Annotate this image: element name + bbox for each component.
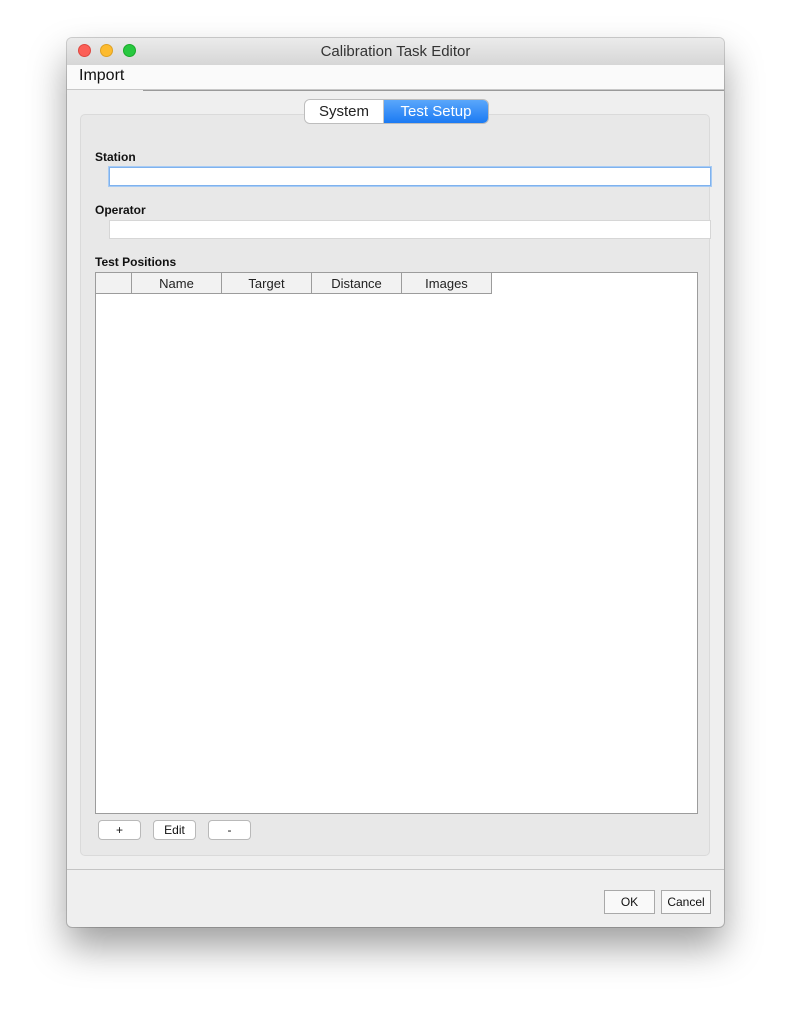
column-header-target[interactable]: Target (222, 273, 312, 294)
column-header-select[interactable] (96, 273, 132, 294)
add-position-button[interactable]: + (98, 820, 141, 840)
station-input[interactable] (109, 167, 711, 186)
table-header: Name Target Distance Images (96, 273, 492, 295)
test-positions-label: Test Positions (95, 255, 177, 269)
column-header-distance[interactable]: Distance (312, 273, 402, 294)
operator-label: Operator (95, 203, 146, 217)
tab-system[interactable]: System (305, 100, 384, 123)
edit-position-button[interactable]: Edit (153, 820, 196, 840)
operator-input[interactable] (109, 220, 711, 239)
station-label: Station (95, 150, 136, 164)
menu-divider (143, 90, 724, 91)
cancel-button[interactable]: Cancel (661, 890, 711, 914)
window-title: Calibration Task Editor (320, 43, 471, 60)
title-bar[interactable]: Calibration Task Editor (67, 38, 724, 66)
tab-bar: System Test Setup (305, 100, 488, 123)
calibration-task-editor-window: Calibration Task Editor Import Station O… (67, 38, 724, 927)
menu-bar: Import (67, 65, 724, 90)
tab-test-setup[interactable]: Test Setup (384, 100, 488, 123)
tab-panel: Station Operator Test Positions Name Tar… (80, 114, 711, 856)
ok-button[interactable]: OK (604, 890, 655, 914)
remove-position-button[interactable]: - (208, 820, 251, 840)
column-header-name[interactable]: Name (132, 273, 222, 294)
test-positions-table[interactable]: Name Target Distance Images (95, 272, 698, 814)
column-header-images[interactable]: Images (402, 273, 492, 294)
menu-import[interactable]: Import (75, 67, 128, 85)
footer-divider (67, 869, 724, 870)
